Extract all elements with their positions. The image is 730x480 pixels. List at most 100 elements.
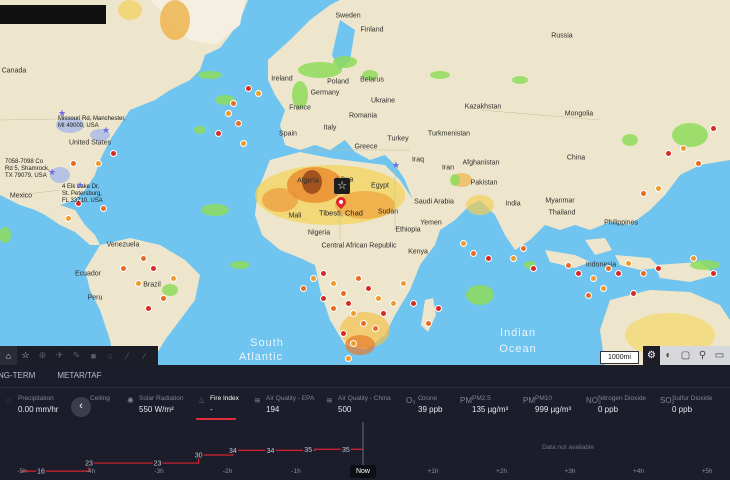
line-icon[interactable]: ⁄ bbox=[119, 346, 136, 365]
tab-long-term[interactable]: NG-TERM bbox=[0, 371, 35, 385]
fire-marker-icon[interactable] bbox=[605, 265, 612, 272]
square-icon[interactable]: ■ bbox=[85, 346, 102, 365]
fire-marker-icon[interactable] bbox=[435, 305, 442, 312]
fire-marker-icon[interactable] bbox=[400, 280, 407, 287]
lock-icon[interactable]: ▢ bbox=[677, 346, 694, 365]
fire-marker-icon[interactable] bbox=[70, 160, 77, 167]
circle-icon[interactable]: ○ bbox=[102, 346, 119, 365]
layer-8[interactable]: PM PM10 999 µg/m³ bbox=[523, 395, 571, 414]
fire-marker-icon[interactable] bbox=[160, 295, 167, 302]
fire-marker-icon[interactable] bbox=[460, 240, 467, 247]
star-icon[interactable]: ☆ bbox=[17, 346, 34, 365]
favorite-star-icon[interactable]: ★ bbox=[58, 108, 66, 119]
fire-marker-icon[interactable] bbox=[95, 160, 102, 167]
favorite-star-icon[interactable]: ★ bbox=[102, 125, 110, 136]
ruler-icon[interactable]: ∕ bbox=[136, 346, 153, 365]
favorite-star-icon[interactable]: ★ bbox=[392, 160, 400, 171]
now-marker[interactable]: Now bbox=[350, 465, 376, 478]
fire-marker-icon[interactable] bbox=[245, 85, 252, 92]
pencil-icon[interactable]: ✎ bbox=[68, 346, 85, 365]
fire-marker-icon[interactable] bbox=[310, 275, 317, 282]
layer-9[interactable]: NO₂ Nitrogen Dioxide 0 ppb bbox=[586, 395, 646, 414]
fire-marker-icon[interactable] bbox=[235, 120, 242, 127]
fire-marker-icon[interactable] bbox=[375, 295, 382, 302]
fire-marker-icon[interactable] bbox=[710, 125, 717, 132]
fire-marker-icon[interactable] bbox=[655, 185, 662, 192]
fire-marker-icon[interactable] bbox=[150, 265, 157, 272]
fire-marker-icon[interactable] bbox=[590, 275, 597, 282]
fire-marker-icon[interactable] bbox=[330, 280, 337, 287]
fire-marker-icon[interactable] bbox=[135, 280, 142, 287]
fire-marker-icon[interactable] bbox=[390, 300, 397, 307]
layer-5[interactable]: ≋ Air Quality - China 500 bbox=[326, 395, 391, 414]
layer-1[interactable]: Ceiling bbox=[90, 395, 110, 405]
fire-marker-icon[interactable] bbox=[65, 215, 72, 222]
fire-marker-icon[interactable] bbox=[170, 275, 177, 282]
fire-marker-icon[interactable] bbox=[330, 305, 337, 312]
fire-marker-icon[interactable] bbox=[665, 150, 672, 157]
fire-marker-icon[interactable] bbox=[320, 270, 327, 277]
search-bar[interactable] bbox=[0, 5, 106, 24]
favorite-star-icon[interactable]: ★ bbox=[48, 167, 56, 178]
fire-marker-icon[interactable] bbox=[345, 300, 352, 307]
fire-marker-icon[interactable] bbox=[225, 110, 232, 117]
fire-marker-icon[interactable] bbox=[365, 285, 372, 292]
fire-marker-icon[interactable] bbox=[575, 270, 582, 277]
layer-3[interactable]: ♨ Fire Index - bbox=[198, 395, 239, 414]
fire-marker-icon[interactable] bbox=[640, 270, 647, 277]
saved-location-label[interactable]: 7058-7098 Co Rd 5, Shamrock, TX 79079, U… bbox=[5, 159, 50, 180]
fire-marker-icon[interactable] bbox=[350, 310, 357, 317]
fire-marker-icon[interactable] bbox=[625, 260, 632, 267]
fire-marker-icon[interactable] bbox=[585, 292, 592, 299]
layer-0[interactable]: ◌ Precipitation 0.00 mm/hr bbox=[6, 395, 58, 414]
fire-marker-icon[interactable] bbox=[600, 285, 607, 292]
fire-marker-icon[interactable] bbox=[300, 285, 307, 292]
layer-2[interactable]: ✺ Solar Radiation 550 W/m² bbox=[127, 395, 183, 414]
fire-marker-icon[interactable] bbox=[140, 255, 147, 262]
fire-marker-icon[interactable] bbox=[680, 145, 687, 152]
fire-marker-icon[interactable] bbox=[640, 190, 647, 197]
fire-marker-icon[interactable] bbox=[340, 290, 347, 297]
fire-marker-icon[interactable] bbox=[240, 140, 247, 147]
fire-marker-icon[interactable] bbox=[320, 295, 327, 302]
fire-marker-icon[interactable] bbox=[710, 270, 717, 277]
layer-6[interactable]: O₃ Ozone 39 ppb bbox=[406, 395, 442, 414]
fire-marker-icon[interactable] bbox=[470, 250, 477, 257]
fire-marker-icon[interactable] bbox=[520, 245, 527, 252]
fire-marker-icon[interactable] bbox=[110, 150, 117, 157]
favorite-star-icon[interactable]: ☆ bbox=[334, 178, 350, 194]
plane-icon[interactable]: ✈ bbox=[51, 346, 68, 365]
layer-10[interactable]: SO₂ Sulfur Dioxide 0 ppb bbox=[660, 395, 712, 414]
crosshair-icon[interactable]: ⊕ bbox=[34, 346, 51, 365]
person-icon[interactable]: ⚲ bbox=[694, 346, 711, 365]
favorite-star-icon[interactable]: ★ bbox=[76, 180, 84, 191]
fire-marker-icon[interactable] bbox=[372, 325, 379, 332]
fire-marker-icon[interactable] bbox=[630, 290, 637, 297]
fire-marker-icon[interactable] bbox=[380, 310, 387, 317]
fire-marker-icon[interactable] bbox=[425, 320, 432, 327]
fire-marker-icon[interactable] bbox=[355, 275, 362, 282]
fire-marker-icon[interactable] bbox=[485, 255, 492, 262]
layer-4[interactable]: ≋ Air Quality - EPA 194 bbox=[254, 395, 314, 414]
fire-marker-icon[interactable] bbox=[100, 205, 107, 212]
layer-7[interactable]: PM PM2.5 135 µg/m³ bbox=[460, 395, 508, 414]
fire-marker-icon[interactable] bbox=[615, 270, 622, 277]
fire-marker-icon[interactable] bbox=[215, 130, 222, 137]
saved-location-label[interactable]: Missouri Rd, Manchester, MI 49000, USA bbox=[58, 116, 126, 130]
fire-marker-icon[interactable] bbox=[565, 262, 572, 269]
fire-marker-icon[interactable] bbox=[345, 355, 352, 362]
gear-icon[interactable]: ⚙ bbox=[643, 346, 660, 365]
tab-metar-taf[interactable]: METAR/TAF bbox=[57, 371, 101, 385]
fire-marker-icon[interactable] bbox=[510, 255, 517, 262]
fire-marker-icon[interactable] bbox=[410, 300, 417, 307]
fire-marker-icon[interactable] bbox=[120, 265, 127, 272]
fire-marker-icon[interactable] bbox=[530, 265, 537, 272]
fire-marker-icon[interactable] bbox=[340, 330, 347, 337]
fire-marker-icon[interactable] bbox=[145, 305, 152, 312]
fire-marker-icon[interactable] bbox=[695, 160, 702, 167]
home-icon[interactable]: ⌂ bbox=[0, 346, 17, 365]
layers-icon[interactable]: ◐ bbox=[660, 346, 677, 365]
map-view[interactable]: Sweden Finland Russia Canada Ireland Poland Be… bbox=[0, 0, 730, 365]
fire-marker-icon[interactable] bbox=[360, 320, 367, 327]
expand-icon[interactable]: ▭ bbox=[711, 346, 728, 365]
